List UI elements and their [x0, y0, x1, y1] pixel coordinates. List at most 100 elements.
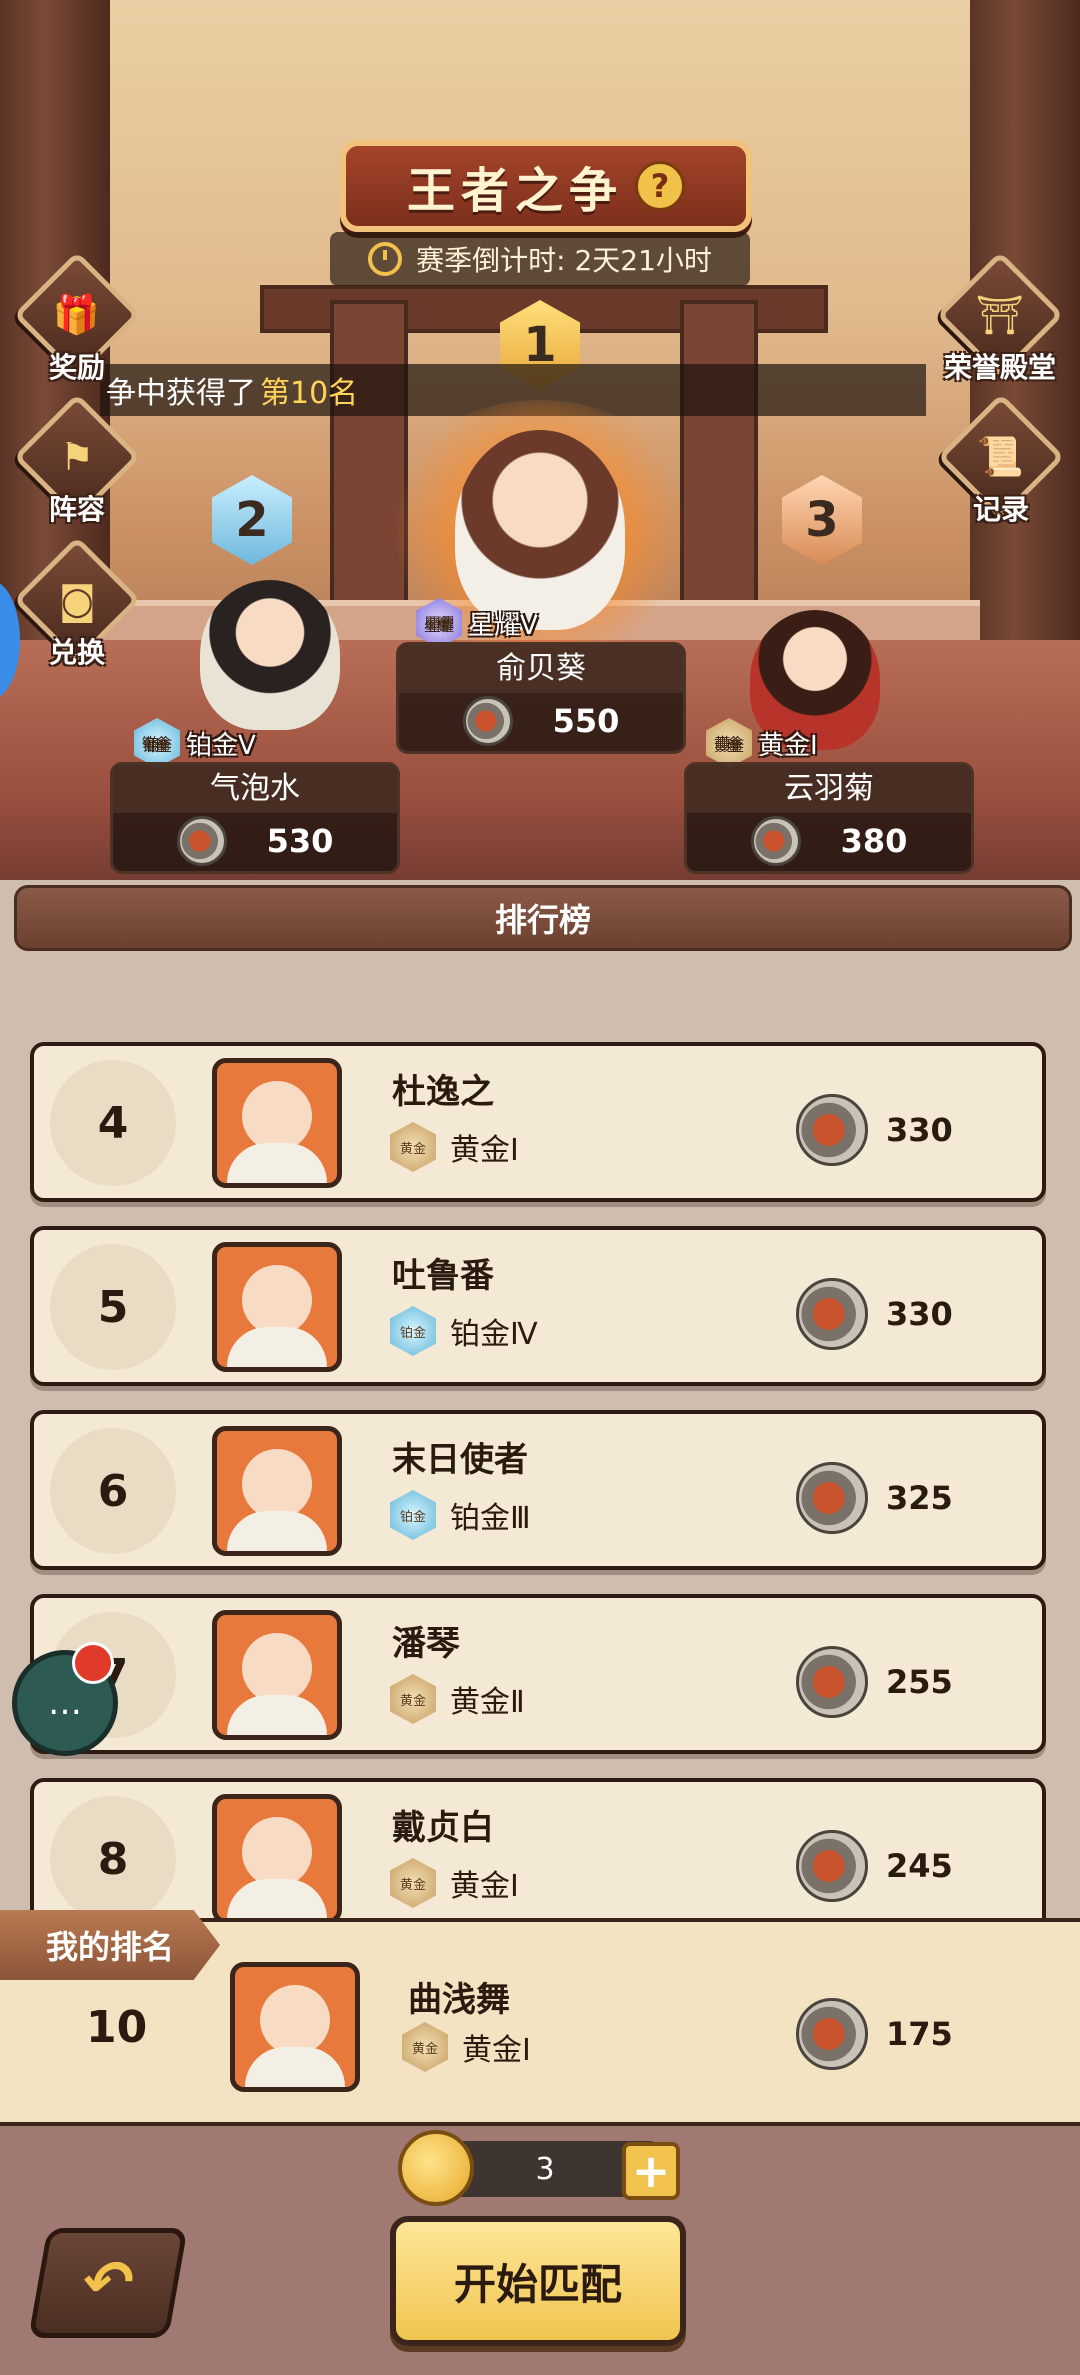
player-tier: 铂金 铂金Ⅳ: [390, 1306, 538, 1356]
player-tier: 黄金 黄金Ⅰ: [390, 1858, 519, 1908]
first-name-plate: 俞贝葵 550: [396, 642, 686, 754]
back-arrow-icon: ↶: [76, 2248, 140, 2318]
second-score: 530: [266, 822, 334, 860]
lineup-label: 阵容: [48, 493, 105, 526]
help-icon[interactable]: ?: [635, 161, 685, 211]
table-row[interactable]: 6 末日使者 铂金 铂金Ⅲ 325: [30, 1410, 1046, 1570]
avatar[interactable]: [212, 1242, 342, 1372]
table-row[interactable]: 4 杜逸之 黄金 黄金Ⅰ 330: [30, 1042, 1046, 1202]
medal-icon: [796, 1094, 868, 1166]
player-tier: 黄金 黄金Ⅱ: [390, 1674, 525, 1724]
star-tier-icon: 星耀: [416, 598, 462, 648]
bottom-bar: 3 + ↶ 开始匹配: [0, 2126, 1080, 2375]
player-tier: 铂金 铂金Ⅲ: [390, 1490, 531, 1540]
first-tier: 星耀 星耀V: [416, 598, 538, 648]
coin-icon: ◙: [58, 578, 96, 622]
my-rank-tag: 我的排名: [0, 1910, 220, 1980]
platinum-tier-icon: 铂金: [390, 1490, 436, 1540]
my-score-value: 175: [886, 2015, 953, 2053]
medal-icon: [796, 1830, 868, 1902]
second-tier-text: 铂金V: [186, 730, 256, 761]
back-button[interactable]: ↶: [28, 2228, 188, 2338]
score-value: 330: [886, 1295, 953, 1333]
notification-dot: [72, 1642, 114, 1684]
row-rank: 4: [50, 1060, 176, 1186]
my-name: 曲浅舞: [408, 1980, 510, 2020]
third-name: 云羽菊: [687, 765, 971, 813]
second-name: 气泡水: [113, 765, 397, 813]
flag-icon: ⚑: [59, 434, 95, 479]
gold-tier-icon: 黄金: [390, 1674, 436, 1724]
start-match-button[interactable]: 开始匹配: [390, 2216, 686, 2346]
platinum-tier-icon: 铂金: [134, 718, 180, 768]
medal-icon: [462, 696, 513, 746]
player-name: 末日使者: [392, 1440, 528, 1480]
second-name-plate: 气泡水 530: [110, 762, 400, 874]
player-name: 吐鲁番: [392, 1256, 494, 1296]
player-score: 245: [796, 1830, 953, 1902]
score-value: 255: [886, 1663, 953, 1701]
countdown-text: 赛季倒计时: 2天21小时: [416, 244, 712, 277]
first-score: 550: [552, 702, 620, 740]
player-name: 戴贞白: [392, 1808, 494, 1848]
tier-text: 铂金Ⅲ: [450, 1501, 531, 1536]
medal-icon: [796, 1278, 868, 1350]
ticket-count: 3: [535, 2151, 555, 2187]
my-rank-number: 10: [86, 2002, 148, 2053]
record-label: 记录: [972, 493, 1029, 526]
add-ticket-button[interactable]: +: [622, 2142, 680, 2200]
gold-tier-icon: 黄金: [402, 2022, 448, 2072]
medal-icon: [750, 816, 801, 866]
leaderboard-header: 排行榜: [14, 885, 1072, 951]
player-tier: 黄金 黄金Ⅰ: [390, 1122, 519, 1172]
player-name: 杜逸之: [392, 1072, 494, 1112]
tier-text: 铂金Ⅳ: [450, 1317, 538, 1352]
medal-icon: [796, 1646, 868, 1718]
title-plate: 王者之争 ?: [340, 140, 752, 232]
row-rank: 5: [50, 1244, 176, 1370]
medal-icon: [796, 1998, 868, 2070]
my-rank-panel[interactable]: 我的排名 10 曲浅舞 黄金 黄金Ⅰ 175: [0, 1910, 1080, 2126]
avatar[interactable]: [212, 1426, 342, 1556]
avatar[interactable]: [212, 1794, 342, 1924]
hall-of-honor-button[interactable]: ⛩ 荣誉殿堂: [936, 251, 1064, 386]
chat-icon: …: [48, 1683, 82, 1723]
my-avatar[interactable]: [230, 1962, 360, 2092]
gold-tier-icon: 黄金: [390, 1122, 436, 1172]
score-value: 330: [886, 1111, 953, 1149]
reward-button[interactable]: 🎁 奖励: [13, 251, 141, 386]
score-value: 245: [886, 1847, 953, 1885]
page-title: 王者之争: [406, 163, 623, 219]
player-score: 255: [796, 1646, 953, 1718]
lineup-button[interactable]: ⚑ 阵容: [13, 393, 141, 528]
second-place-character[interactable]: [200, 580, 340, 730]
player-name: 潘琴: [392, 1624, 460, 1664]
player-score: 330: [796, 1094, 953, 1166]
record-button[interactable]: 📜 记录: [937, 393, 1065, 528]
player-score: 325: [796, 1462, 953, 1534]
exchange-label: 兑换: [48, 636, 105, 669]
my-score: 175: [796, 1998, 953, 2070]
tier-text: 黄金Ⅱ: [450, 1685, 525, 1720]
avatar[interactable]: [212, 1610, 342, 1740]
row-rank: 8: [50, 1796, 176, 1922]
table-row[interactable]: 5 吐鲁番 铂金 铂金Ⅳ 330: [30, 1226, 1046, 1386]
rank-2-number: 2: [235, 492, 269, 548]
my-tier-text: 黄金Ⅰ: [462, 2033, 531, 2068]
third-tier-text: 黄金Ⅰ: [758, 730, 818, 761]
season-countdown: 赛季倒计时: 2天21小时: [330, 232, 750, 286]
third-name-plate: 云羽菊 380: [684, 762, 974, 874]
medal-icon: [176, 816, 227, 866]
gold-tier-icon: 黄金: [706, 718, 752, 768]
gift-icon: 🎁: [53, 292, 101, 337]
table-row[interactable]: 7 潘琴 黄金 黄金Ⅱ 255: [30, 1594, 1046, 1754]
rank-3-number: 3: [805, 492, 839, 548]
exchange-button[interactable]: ◙ 兑换: [13, 536, 141, 671]
avatar[interactable]: [212, 1058, 342, 1188]
ticket-icon: [398, 2130, 474, 2206]
gold-tier-icon: 黄金: [390, 1858, 436, 1908]
temple-icon: ⛩: [975, 292, 1025, 337]
first-tier-text: 星耀V: [468, 610, 538, 641]
leaderboard-list[interactable]: 4 杜逸之 黄金 黄金Ⅰ 330 5 吐鲁番 铂金 铂金Ⅳ 330 6 末日使者 铂…: [0, 960, 1080, 1960]
third-tier: 黄金 黄金Ⅰ: [706, 718, 818, 768]
